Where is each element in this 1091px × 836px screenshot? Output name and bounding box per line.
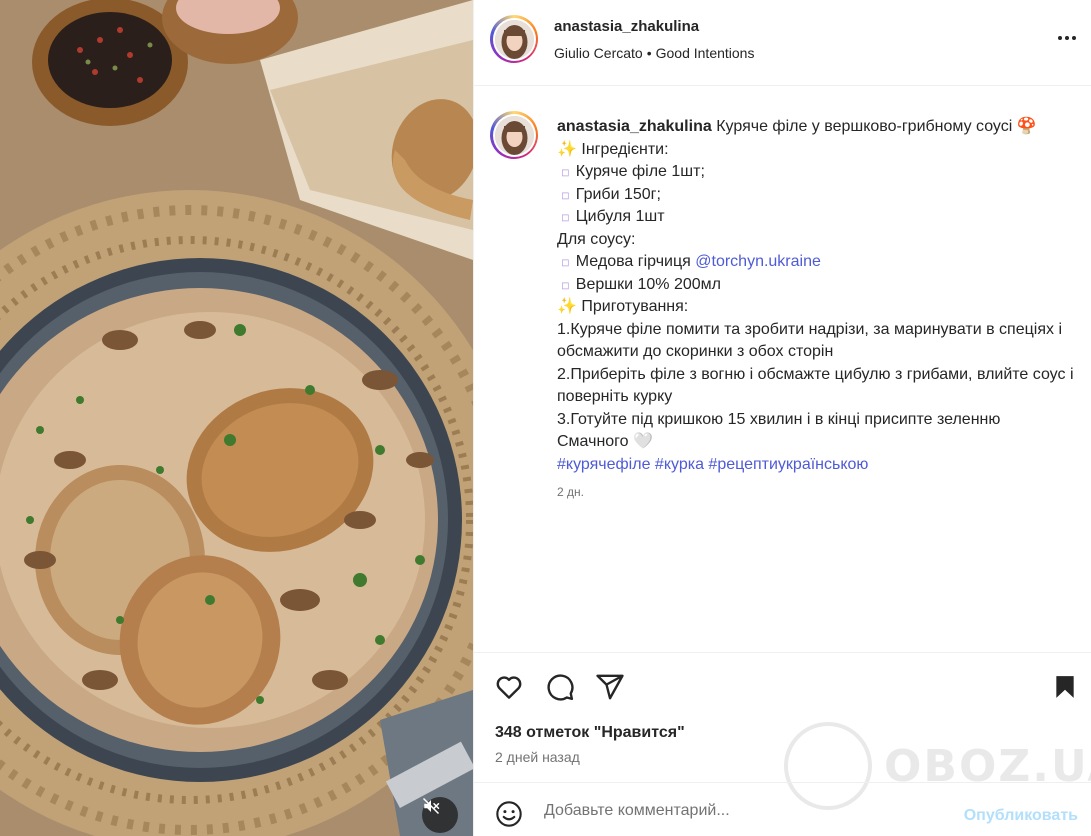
heart-icon (496, 676, 522, 699)
post-header: anastasia_zhakulina Giulio Cercato • Good … (474, 0, 1091, 86)
caption-text: anastasia_zhakulina Куряче філе у вершко… (557, 116, 1077, 476)
caption-username[interactable]: anastasia_zhakulina (557, 118, 712, 135)
bullet-icon: ◽ (561, 277, 570, 292)
save-button[interactable] (1049, 671, 1081, 703)
post-username[interactable]: anastasia_zhakulina (554, 18, 699, 35)
sparkle-emoji: ✨ (557, 140, 577, 158)
hashtag-link[interactable]: #рецептиукраїнською (708, 456, 868, 473)
mention-link[interactable]: @torchyn.ukraine (695, 253, 821, 270)
post-audio[interactable]: Giulio Cercato • Good Intentions (554, 45, 754, 61)
more-options-icon[interactable] (1058, 36, 1076, 40)
emoji-button[interactable] (495, 800, 523, 833)
hashtags: #курячефіле #курка #рецептиукраїнською (557, 454, 1077, 477)
sauce-heading: Для соусу: (557, 230, 636, 248)
ingredient-item: Куряче філе 1шт; (575, 163, 705, 180)
comment-button[interactable] (544, 671, 576, 703)
bullet-icon: ◽ (561, 210, 570, 224)
prep-step-3: 3.Готуйте під кришкою 15 хвилин і в кінц… (557, 410, 1001, 428)
audio-track[interactable]: Good Intentions (656, 45, 755, 61)
audio-separator: • (646, 45, 652, 61)
like-button[interactable] (493, 671, 525, 703)
mushroom-emoji: 🍄 (1016, 118, 1037, 135)
food-photo (0, 0, 473, 836)
posted-ago[interactable]: 2 дней назад (495, 749, 580, 765)
comment-box: Опубликовать (474, 782, 1091, 836)
share-icon (596, 674, 624, 700)
sparkle-emoji: ✨ (557, 298, 577, 315)
prep-step-1: 1.Куряче філе помити та зробити надрізи,… (557, 320, 1062, 361)
ingredient-item: Гриби 150г; (575, 185, 661, 203)
closing-text: Смачного (557, 433, 629, 450)
share-button[interactable] (594, 671, 626, 703)
bullet-icon: ◽ (561, 255, 570, 269)
post-details-panel: anastasia_zhakulina Giulio Cercato • Good … (473, 0, 1091, 836)
heart-emoji: 🤍 (633, 433, 653, 450)
comment-input[interactable] (544, 802, 924, 820)
avatar-image (494, 19, 534, 59)
speaker-muted-icon (422, 797, 440, 815)
audio-artist[interactable]: Giulio Cercato (554, 45, 643, 61)
avatar-image (494, 115, 534, 155)
avatar[interactable] (490, 15, 538, 63)
hashtag-link[interactable]: #курка (655, 456, 704, 473)
caption-section: anastasia_zhakulina Куряче філе у вершко… (474, 87, 1091, 652)
action-bar: 348 отметок "Нравится" 2 дней назад (474, 652, 1091, 782)
bullet-icon: ◽ (561, 165, 570, 179)
bookmark-icon (1056, 676, 1074, 698)
caption-avatar[interactable] (490, 111, 538, 159)
ingredients-heading: Інгредієнти: (581, 140, 669, 158)
publish-button[interactable]: Опубликовать (964, 807, 1078, 825)
post-image[interactable] (0, 0, 473, 836)
hashtag-link[interactable]: #курячефіле (557, 456, 650, 473)
likes-count[interactable]: 348 отметок "Нравится" (495, 724, 685, 742)
prep-heading: Приготування: (581, 298, 689, 315)
sauce-item: Медова гірчиця (575, 253, 691, 270)
bullet-icon: ◽ (561, 187, 570, 202)
ingredient-item: Цибуля 1шт (575, 208, 665, 225)
prep-step-2: 2.Приберіть філе з вогню і обсмажте цибу… (557, 365, 1074, 406)
caption-title: Куряче філе у вершково-грибному соусі (716, 118, 1013, 135)
mute-button[interactable] (422, 797, 458, 833)
emoji-icon (496, 801, 522, 827)
caption-time[interactable]: 2 дн. (557, 485, 584, 499)
sauce-item: Вершки 10% 200мл (575, 275, 721, 293)
comment-icon (547, 674, 574, 701)
